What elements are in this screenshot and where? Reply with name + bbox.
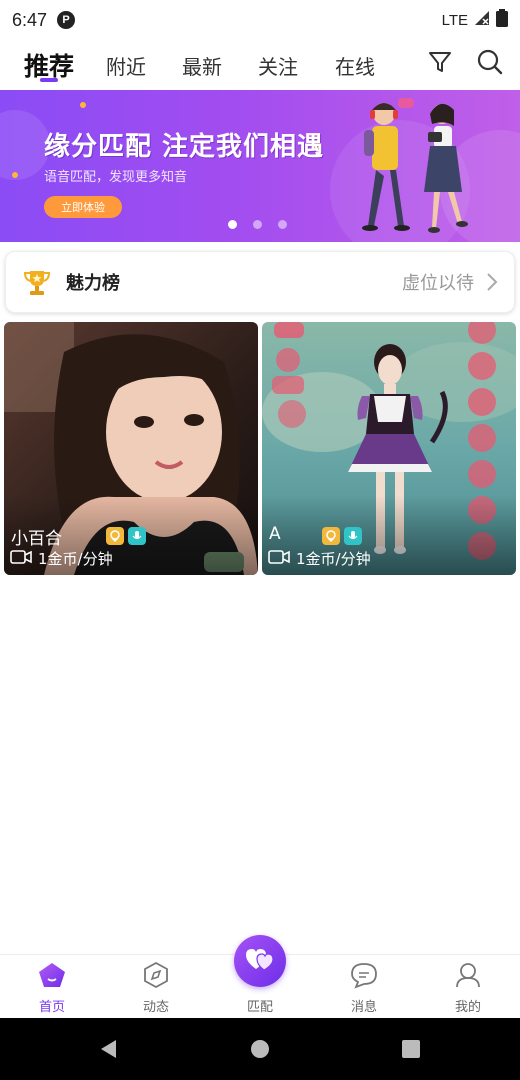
price-row: 1金币/分钟 [10,548,113,569]
active-tab-indicator [40,78,58,82]
user-price: 1金币/分钟 [38,550,113,568]
pagination-dot[interactable] [278,220,287,229]
video-camera-icon [268,549,290,569]
user-card[interactable]: 小百合 1金币/分钟 [4,322,258,575]
banner-pagination [228,220,287,229]
banner-subtitle: 语音匹配，发现更多知音 [44,170,188,185]
video-camera-icon [10,549,32,569]
tab-recommend[interactable]: 推荐 [18,40,80,90]
status-time: 6:47 [12,9,48,30]
nav-home-label: 首页 [38,1000,65,1015]
try-now-button[interactable]: 立即体验 [44,196,122,218]
nav-profile[interactable]: 我的 [416,955,520,1019]
promo-banner[interactable]: 缘分匹配 注定我们相遇 语音匹配，发现更多知音 立即体验 [0,90,520,242]
nav-match-label: 匹配 [246,1000,273,1015]
price-row: 1金币/分钟 [268,548,371,569]
home-circle-icon[interactable] [242,1018,278,1080]
search-icon[interactable] [474,46,506,78]
nav-messages[interactable]: 消息 [312,955,416,1019]
nav-feed[interactable]: 动态 [104,955,208,1019]
home-icon [37,961,67,993]
charm-ranking-status: 虚位以待 [402,273,474,294]
charm-ranking-card[interactable]: 魅力榜 虚位以待 [5,251,515,313]
nav-home[interactable]: 首页 [0,955,104,1019]
signal-icon [474,10,490,31]
tab-following[interactable]: 关注 [252,40,304,90]
compass-icon [142,961,170,993]
nav-feed-label: 动态 [142,1000,169,1015]
tab-online[interactable]: 在线 [329,40,381,90]
filter-icon[interactable] [424,46,456,78]
charm-ranking-title: 魅力榜 [66,273,120,294]
match-button[interactable] [234,935,286,987]
heart-match-icon [245,946,275,976]
gold-badge-icon [106,527,124,545]
recents-icon[interactable] [393,1018,429,1080]
profile-icon [454,961,482,993]
banner-decor [12,172,18,178]
back-icon[interactable] [90,1018,126,1080]
trophy-icon [20,265,54,299]
banner-decor [0,110,50,180]
banner-illustration [362,98,468,233]
tab-nearby[interactable]: 附近 [100,40,152,90]
gold-badge-icon [322,527,340,545]
user-price: 1金币/分钟 [296,550,371,568]
mic-badge-icon [344,527,362,545]
message-icon [350,961,378,993]
chevron-right-icon [484,272,500,292]
nav-profile-label: 我的 [454,1000,481,1015]
network-type: LTE [441,11,468,29]
system-nav-bar [0,1018,520,1080]
mic-badge-icon [128,527,146,545]
user-badges [322,527,362,545]
pagination-dot-active[interactable] [228,220,237,229]
nav-messages-label: 消息 [350,1000,377,1015]
banner-decor [80,102,86,108]
app-screen: 6:47 P LTE 推荐 附近 最新 关注 在线 缘分匹配 注定我们相遇 语音… [0,0,520,1080]
notification-icon: P [57,11,76,29]
user-name: A [269,524,281,544]
user-name: 小百合 [11,529,62,549]
battery-icon [496,8,508,32]
tab-latest[interactable]: 最新 [176,40,228,90]
pagination-dot[interactable] [253,220,262,229]
banner-title: 缘分匹配 注定我们相遇 [44,132,325,162]
status-right: LTE [441,8,508,32]
user-badges [106,527,146,545]
status-bar: 6:47 P LTE [0,0,520,40]
user-card[interactable]: A 1金币/分钟 [262,322,516,575]
